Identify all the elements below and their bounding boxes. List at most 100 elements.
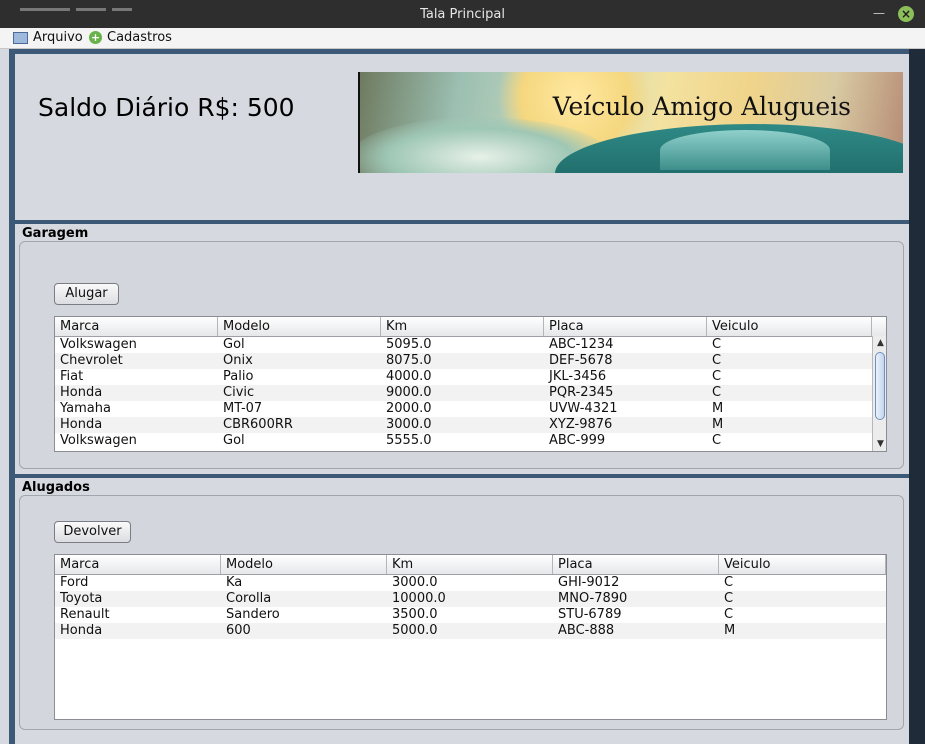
table-cell: C (712, 369, 722, 384)
table-cell: Gol (223, 337, 245, 352)
devolver-button[interactable]: Devolver (54, 521, 131, 543)
table-cell: C (724, 591, 734, 606)
table-cell: JKL-3456 (549, 369, 607, 384)
table-row[interactable]: Chevrolet Onix 8075.0 DEF-5678 C (55, 353, 872, 369)
table-cell: Fiat (60, 369, 84, 384)
table-cell: CBR600RR (223, 417, 293, 432)
table-cell: 3000.0 (386, 417, 432, 432)
table-cell: STU-6789 (558, 607, 622, 622)
table-cell: UVW-4321 (549, 401, 618, 416)
table-cell: Renault (60, 607, 110, 622)
table-cell: Sandero (226, 607, 280, 622)
close-button[interactable]: × (898, 6, 914, 22)
column-header[interactable]: Veiculo (707, 317, 872, 336)
scroll-thumb[interactable] (875, 352, 885, 420)
table-cell: ABC-1234 (549, 337, 614, 352)
plus-icon: + (89, 31, 102, 44)
table-cell: Toyota (60, 591, 103, 606)
table-cell: C (724, 575, 734, 590)
window-title: Tala Principal (420, 7, 505, 22)
table-cell: ABC-999 (549, 433, 606, 448)
garagem-table-header: Marca Modelo Km Placa Veiculo (55, 317, 872, 337)
divider-alugados (15, 474, 909, 478)
menu-cadastros-label: Cadastros (107, 30, 172, 45)
table-cell: M (712, 401, 724, 416)
table-cell: Ka (226, 575, 243, 590)
column-header[interactable]: Placa (553, 555, 719, 574)
column-header[interactable]: Marca (55, 317, 218, 336)
table-cell: Chevrolet (60, 353, 123, 368)
table-cell: 3000.0 (392, 575, 438, 590)
table-row[interactable]: Renault Sandero 3500.0 STU-6789 C (55, 607, 886, 623)
table-cell: Honda (60, 623, 103, 638)
scroll-up-icon[interactable]: ▲ (873, 336, 886, 350)
alugados-table[interactable]: Marca Modelo Km Placa Veiculo Ford Ka 3000.0 GH… (54, 554, 887, 720)
table-cell: Palio (223, 369, 254, 384)
table-row[interactable]: Honda 600 5000.0 ABC-888 M (55, 623, 886, 639)
menu-arquivo[interactable]: Arquivo (13, 30, 83, 45)
garagem-group: Alugar Marca Modelo Km Placa Veiculo Volkswa… (19, 241, 904, 469)
saldo-label: Saldo Diário R$: 500 (38, 93, 295, 122)
column-header[interactable]: Km (381, 317, 544, 336)
table-cell: MNO-7890 (558, 591, 628, 606)
table-row[interactable]: Honda CBR600RR 3000.0 XYZ-9876 M (55, 417, 872, 433)
column-header[interactable]: Marca (55, 555, 221, 574)
alugados-table-header: Marca Modelo Km Placa Veiculo (55, 555, 886, 575)
banner-title: Veículo Amigo Alugueis (552, 92, 851, 121)
table-row[interactable]: Volkswagen Gol 5555.0 ABC-999 C (55, 433, 872, 449)
table-row[interactable]: Ford Ka 3000.0 GHI-9012 C (55, 575, 886, 591)
table-cell: M (724, 623, 736, 638)
table-row[interactable]: Volkswagen Gol 5095.0 ABC-1234 C (55, 337, 872, 353)
right-border (909, 49, 925, 744)
garagem-scrollbar[interactable]: ▲ ▼ (872, 336, 886, 451)
table-cell: Onix (223, 353, 253, 368)
table-cell: 600 (226, 623, 251, 638)
divider-garagem (15, 220, 909, 224)
menu-arquivo-label: Arquivo (33, 30, 83, 45)
table-cell: 3500.0 (392, 607, 438, 622)
table-cell: C (712, 337, 722, 352)
table-cell: C (712, 385, 722, 400)
table-cell: GHI-9012 (558, 575, 620, 590)
table-row[interactable]: Fiat Palio 4000.0 JKL-3456 C (55, 369, 872, 385)
column-header[interactable]: Modelo (218, 317, 381, 336)
table-row[interactable]: Yamaha MT-07 2000.0 UVW-4321 M (55, 401, 872, 417)
table-cell: Civic (223, 385, 255, 400)
table-cell: XYZ-9876 (549, 417, 613, 432)
table-row[interactable]: Toyota Corolla 10000.0 MNO-7890 C (55, 591, 886, 607)
table-cell: Volkswagen (60, 433, 137, 448)
banner-image: Veículo Amigo Alugueis (358, 72, 903, 173)
table-cell: Honda (60, 385, 103, 400)
table-cell: DEF-5678 (549, 353, 613, 368)
column-header[interactable]: Placa (544, 317, 707, 336)
taskbar-tabs (20, 0, 170, 11)
table-cell: Yamaha (60, 401, 111, 416)
table-cell: 9000.0 (386, 385, 432, 400)
top-divider (15, 49, 909, 54)
alugar-button[interactable]: Alugar (54, 283, 119, 305)
garagem-table[interactable]: Marca Modelo Km Placa Veiculo Volkswagen Gol 5… (54, 316, 887, 452)
table-cell: M (712, 417, 724, 432)
menu-cadastros[interactable]: + Cadastros (89, 30, 172, 45)
table-cell: 10000.0 (392, 591, 446, 606)
garagem-title: Garagem (22, 226, 89, 241)
column-header[interactable]: Modelo (221, 555, 387, 574)
table-cell: Gol (223, 433, 245, 448)
scroll-down-icon[interactable]: ▼ (873, 437, 886, 451)
table-cell: 5095.0 (386, 337, 432, 352)
title-bar: Tala Principal — × (0, 0, 925, 28)
table-row[interactable]: Honda Civic 9000.0 PQR-2345 C (55, 385, 872, 401)
column-header[interactable]: Veiculo (719, 555, 886, 574)
computer-icon (13, 31, 28, 44)
table-cell: 5000.0 (392, 623, 438, 638)
table-cell: 5555.0 (386, 433, 432, 448)
left-border (9, 49, 15, 744)
table-cell: C (712, 353, 722, 368)
alugados-title: Alugados (22, 480, 90, 495)
table-cell: Volkswagen (60, 337, 137, 352)
table-cell: Honda (60, 417, 103, 432)
column-header[interactable]: Km (387, 555, 553, 574)
table-cell: 2000.0 (386, 401, 432, 416)
minimize-button[interactable]: — (873, 6, 885, 20)
table-cell: MT-07 (223, 401, 263, 416)
